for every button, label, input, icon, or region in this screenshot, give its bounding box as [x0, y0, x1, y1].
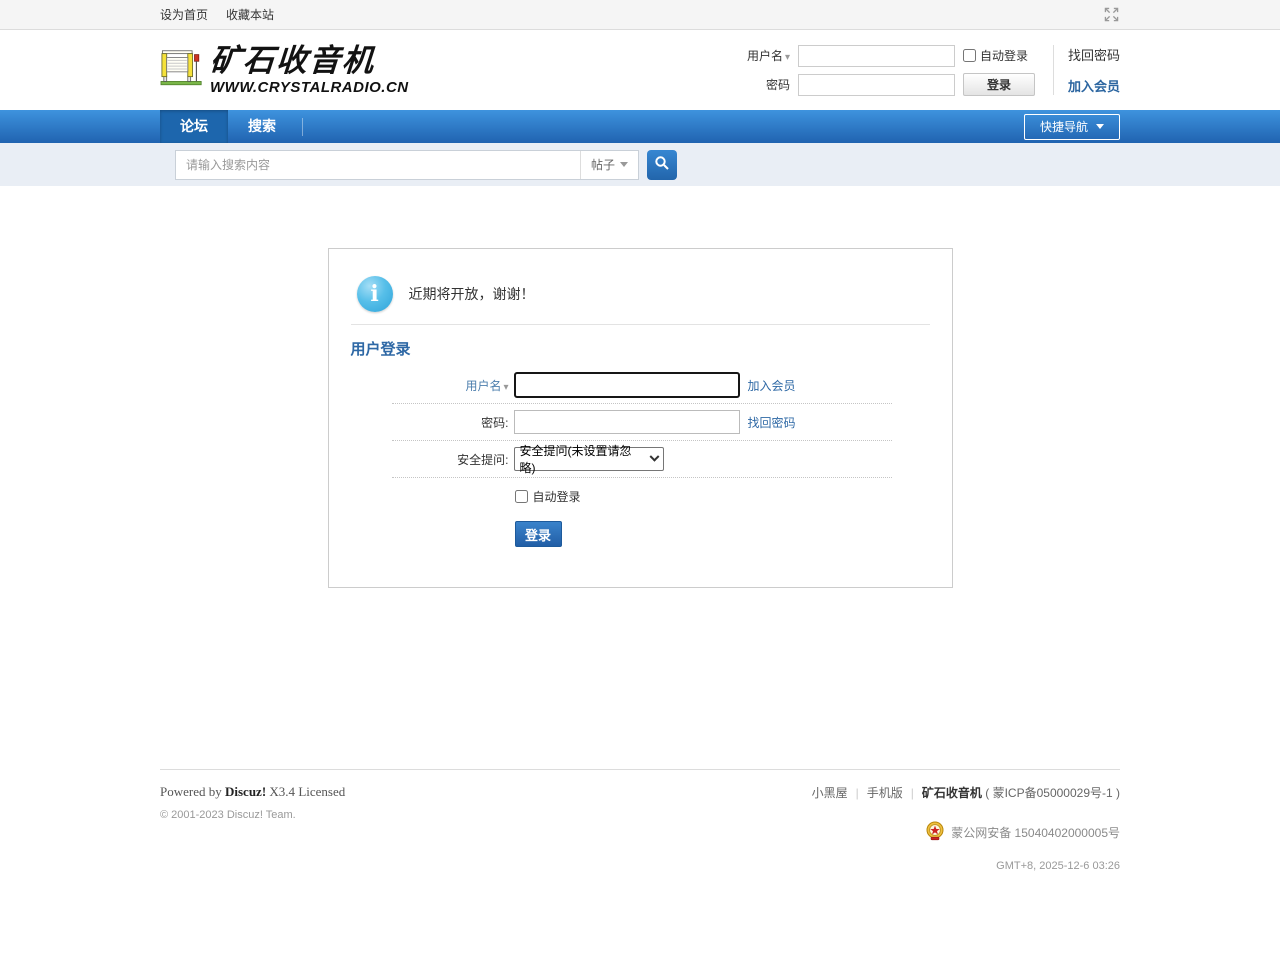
search-strip: 帖子	[0, 143, 1280, 186]
login-panel-title: 用户登录	[351, 338, 952, 359]
site-url-text: WWW.CRYSTALRADIO.CN	[210, 80, 409, 95]
security-question-label: 安全提问:	[392, 451, 514, 468]
search-button[interactable]	[647, 150, 677, 180]
header-register-link[interactable]: 加入会员	[1068, 76, 1120, 95]
header-autologin-label: 自动登录	[980, 47, 1028, 64]
security-question-row: 安全提问: 安全提问(未设置请忽略)	[392, 441, 892, 478]
police-registration-line: 蒙公网安备 15040402000005号	[812, 821, 1120, 844]
autologin-row: 自动登录	[515, 478, 952, 515]
powered-by-line: Powered by Discuz! X3.4 Licensed	[160, 784, 345, 800]
nav-separator	[302, 118, 303, 136]
police-registration-link[interactable]: 蒙公网安备 15040402000005号	[951, 824, 1120, 841]
chevron-down-icon	[620, 162, 628, 167]
page-footer: Powered by Discuz! X3.4 Licensed © 2001-…	[0, 769, 1280, 872]
main-nav: 论坛 搜索 快捷导航	[0, 110, 1280, 143]
header-autologin-checkbox[interactable]	[963, 49, 976, 62]
password-label: 密码:	[392, 414, 514, 431]
security-question-select[interactable]: 安全提问(未设置请忽略)	[514, 447, 664, 471]
header-login-button[interactable]: 登录	[963, 73, 1035, 96]
username-label: 用户名▾	[392, 377, 514, 394]
site-logo[interactable]: 矿石收音机 WWW.CRYSTALRADIO.CN	[160, 46, 409, 95]
login-panel: i 近期将开放，谢谢！ 用户登录 用户名▾ 加入会员 密码: 找回密码 安全提问…	[328, 248, 953, 588]
password-input[interactable]	[514, 410, 740, 434]
search-icon	[654, 155, 670, 174]
chevron-down-icon	[1096, 124, 1104, 129]
lost-password-link[interactable]: 找回密码	[748, 414, 796, 431]
licensed-link[interactable]: Licensed	[298, 784, 345, 799]
username-input[interactable]	[514, 372, 740, 398]
chevron-down-icon	[649, 451, 659, 461]
footer-site-link[interactable]: 矿石收音机	[922, 786, 982, 800]
header-username-label: 用户名▾	[747, 47, 790, 64]
top-utility-bar: 设为首页 收藏本站	[0, 0, 1280, 30]
quick-nav-button[interactable]: 快捷导航	[1024, 114, 1120, 140]
chevron-down-icon[interactable]: ▾	[503, 382, 508, 393]
search-input[interactable]	[176, 151, 580, 179]
chevron-down-icon[interactable]: ▾	[785, 52, 790, 63]
nav-item-forum[interactable]: 论坛	[160, 110, 228, 143]
fullscreen-expand-icon[interactable]	[1102, 6, 1120, 24]
site-title: 矿石收音机	[209, 46, 410, 77]
info-icon: i	[357, 276, 393, 312]
darkroom-link[interactable]: 小黑屋	[812, 786, 848, 800]
divider	[351, 324, 930, 325]
copyright-line: © 2001-2023 Discuz! Team.	[160, 809, 345, 821]
header-quick-login: 用户名▾ 自动登录 密码 登录 找回密码 加入会员	[747, 44, 1120, 97]
header-lost-password-link[interactable]: 找回密码	[1068, 45, 1120, 64]
search-scope-dropdown[interactable]: 帖子	[580, 151, 638, 179]
bookmark-site-link[interactable]: 收藏本站	[226, 6, 274, 23]
icp-number: ( 蒙ICP备05000029号-1 )	[985, 786, 1120, 800]
login-button[interactable]: 登录	[515, 521, 562, 547]
register-link[interactable]: 加入会员	[748, 377, 796, 394]
main-content: i 近期将开放，谢谢！ 用户登录 用户名▾ 加入会员 密码: 找回密码 安全提问…	[0, 248, 1280, 710]
autologin-checkbox[interactable]	[515, 490, 528, 503]
footer-links: 小黑屋|手机版|矿石收音机 ( 蒙ICP备05000029号-1 )	[812, 784, 1120, 801]
header-username-input[interactable]	[798, 45, 955, 67]
set-homepage-link[interactable]: 设为首页	[160, 6, 208, 23]
server-time: GMT+8, 2025-12-6 03:26	[812, 860, 1120, 872]
nav-item-search[interactable]: 搜索	[228, 110, 296, 143]
site-header: 矿石收音机 WWW.CRYSTALRADIO.CN 用户名▾ 自动登录 密码 登…	[0, 30, 1280, 110]
header-password-label: 密码	[747, 76, 790, 93]
password-row: 密码: 找回密码	[392, 404, 892, 441]
autologin-label: 自动登录	[533, 488, 581, 505]
header-password-input[interactable]	[798, 74, 955, 96]
mobile-version-link[interactable]: 手机版	[867, 786, 903, 800]
notice-message: 近期将开放，谢谢！	[409, 284, 535, 304]
discuz-link[interactable]: Discuz!	[225, 784, 266, 799]
police-badge-icon	[925, 821, 945, 844]
username-row: 用户名▾ 加入会员	[392, 367, 892, 404]
discuz-team-text: Discuz! Team.	[227, 809, 296, 821]
crystal-radio-logo-icon	[160, 46, 206, 93]
search-box: 帖子	[175, 150, 639, 180]
